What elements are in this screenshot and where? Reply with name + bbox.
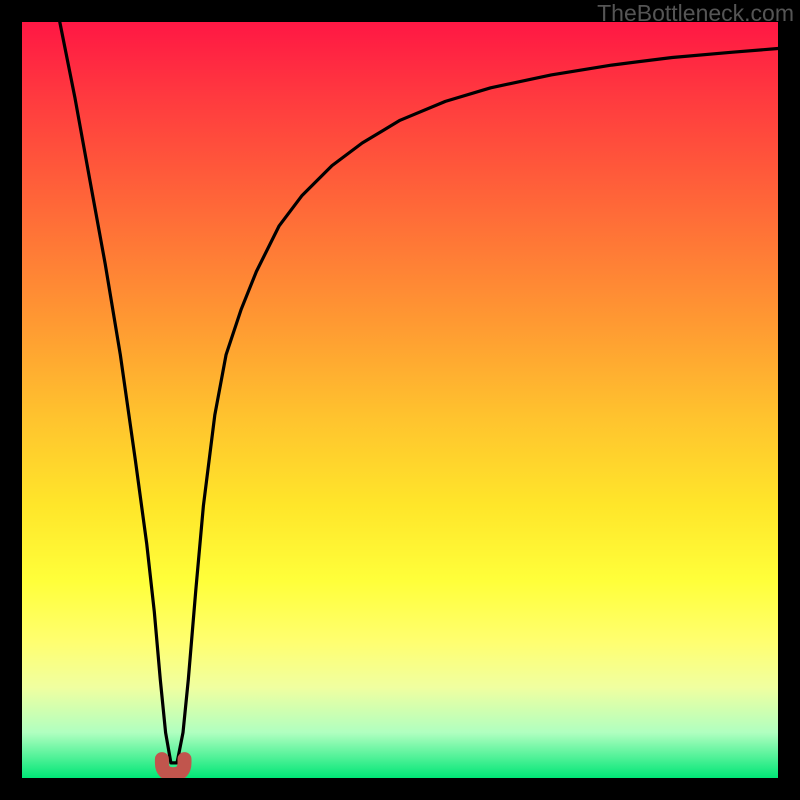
watermark-text: TheBottleneck.com [597,0,794,27]
bottleneck-curve-line [60,22,778,763]
chart-svg [22,22,778,778]
chart-canvas [22,22,778,778]
